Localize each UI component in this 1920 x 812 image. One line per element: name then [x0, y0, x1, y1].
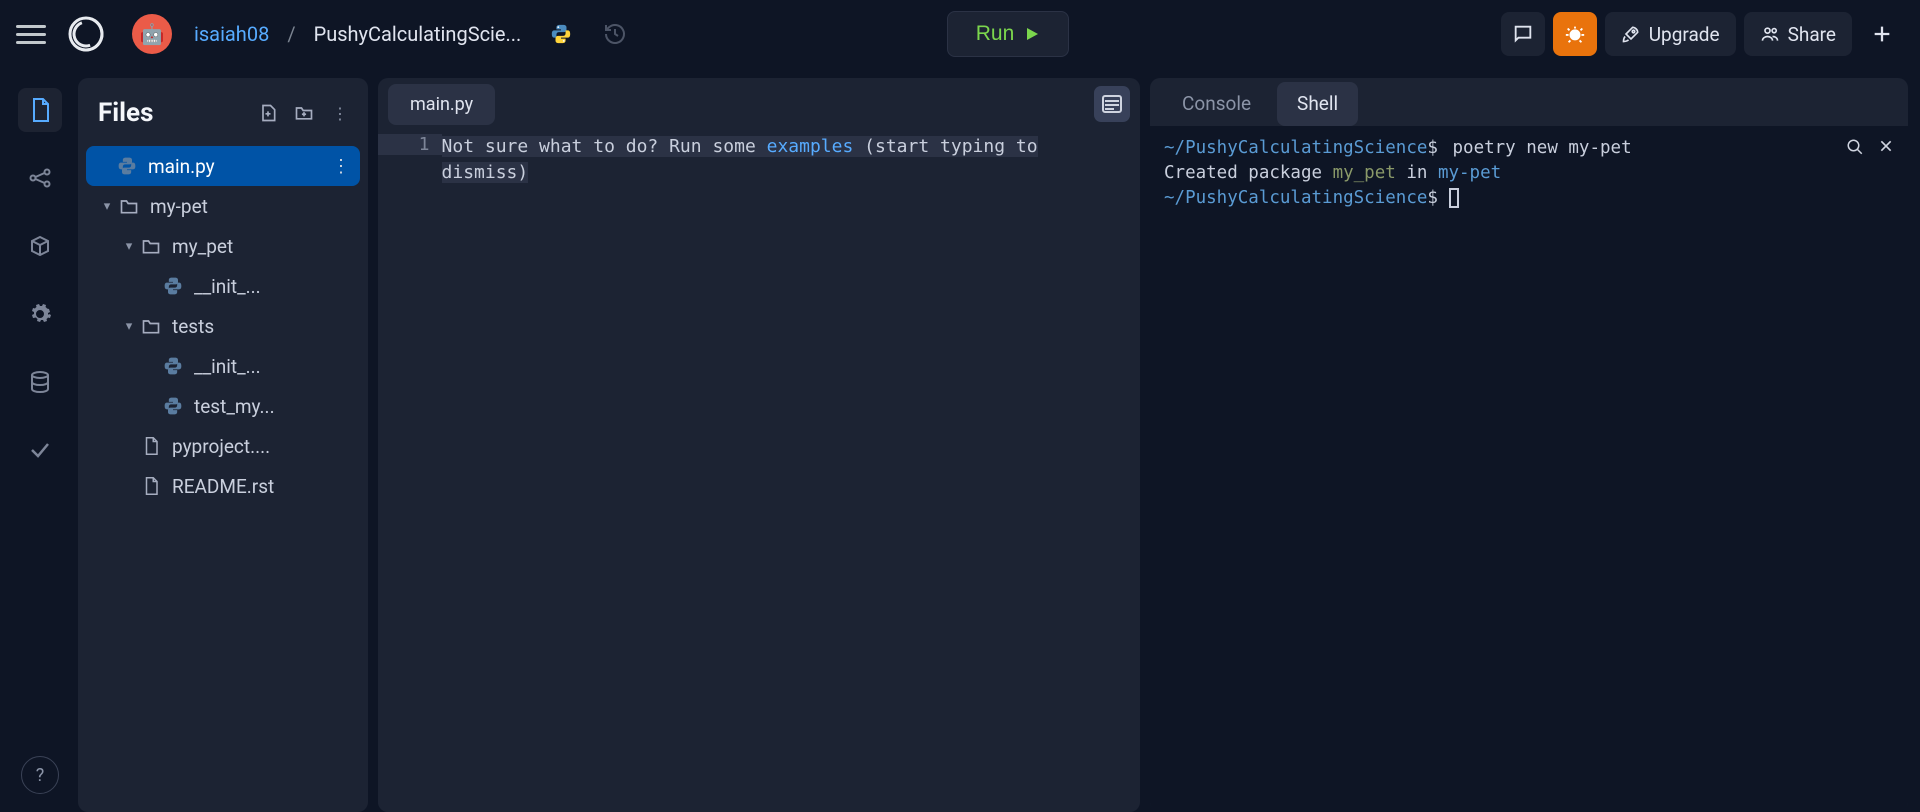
user-avatar[interactable]: 🤖: [132, 14, 172, 54]
upgrade-button[interactable]: Upgrade: [1605, 12, 1736, 56]
file-type-icon: [160, 396, 186, 416]
files-sidebar: Files ⋮ main.py⋮▾my-pet▾my_pet__init_...…: [78, 78, 368, 812]
rail-version-control[interactable]: [18, 156, 62, 200]
user-link[interactable]: isaiah08: [194, 22, 269, 46]
file-more-icon[interactable]: ⋮: [332, 156, 352, 177]
project-name[interactable]: PushyCalculatingScie...: [314, 22, 522, 46]
file-label: my-pet: [150, 195, 360, 218]
editor-body[interactable]: 1 Not sure what to do? Run some examples…: [378, 126, 1140, 812]
file-label: main.py: [148, 155, 332, 178]
rail-files[interactable]: [18, 88, 62, 132]
file-item-pyproject-[interactable]: pyproject....: [78, 426, 368, 466]
breadcrumb-separator: /: [287, 22, 295, 46]
file-tree: main.py⋮ ▾ my-pet ▾ my_pet __init_... ▾ tests __…: [78, 146, 368, 798]
workspace: ? Files ⋮ main.py⋮▾my-pet▾my_pet__init_.…: [0, 68, 1920, 812]
tab-console[interactable]: Console: [1162, 82, 1271, 126]
rail-packages[interactable]: [18, 224, 62, 268]
bug-button[interactable]: [1553, 12, 1597, 56]
sidebar-more-icon[interactable]: ⋮: [326, 99, 354, 127]
run-label: Run: [976, 22, 1015, 46]
chevron-down-icon: ▾: [120, 239, 138, 254]
file-item-my-pet[interactable]: ▾ my-pet: [78, 186, 368, 226]
share-label: Share: [1788, 23, 1836, 46]
help-button[interactable]: ?: [21, 756, 59, 794]
examples-link[interactable]: examples: [767, 136, 854, 157]
tool-rail: ?: [12, 78, 68, 812]
line-number: 1: [378, 134, 442, 155]
file-type-icon: [116, 197, 142, 215]
file-item-tests[interactable]: ▾ tests: [78, 306, 368, 346]
header: 🤖 isaiah08 / PushyCalculatingScie... Run…: [0, 0, 1920, 68]
file-label: __init_...: [194, 275, 360, 298]
add-button[interactable]: [1860, 12, 1904, 56]
shell-output[interactable]: ~/PushyCalculatingScience$ poetry new my…: [1150, 126, 1908, 812]
file-type-icon: [160, 276, 186, 296]
file-type-icon: [138, 436, 164, 456]
file-label: README.rst: [172, 475, 360, 498]
upgrade-label: Upgrade: [1649, 23, 1720, 46]
rail-database[interactable]: [18, 360, 62, 404]
file-label: test_my...: [194, 395, 360, 418]
file-item-README-rst[interactable]: README.rst: [78, 466, 368, 506]
file-label: tests: [172, 315, 360, 338]
chat-button[interactable]: [1501, 12, 1545, 56]
terminal-cursor: [1449, 188, 1459, 208]
file-label: pyproject....: [172, 435, 360, 458]
menu-icon[interactable]: [16, 19, 46, 49]
file-type-icon: [138, 476, 164, 496]
file-item-test_my-[interactable]: test_my...: [78, 386, 368, 426]
chevron-down-icon: ▾: [98, 199, 116, 214]
file-type-icon: [138, 317, 164, 335]
editor-hint: Not sure what to do? Run some examples (…: [442, 126, 1140, 812]
editor-panel: main.py 1 Not sure what to do? Run some …: [378, 78, 1140, 812]
history-icon[interactable]: [595, 14, 635, 54]
people-icon: [1760, 24, 1780, 44]
play-icon: [1024, 26, 1040, 42]
sidebar-title: Files: [98, 98, 246, 128]
file-item-main-py[interactable]: main.py⋮: [86, 146, 360, 186]
new-folder-icon[interactable]: [290, 99, 318, 127]
editor-tab-main[interactable]: main.py: [388, 84, 495, 125]
file-type-icon: [138, 237, 164, 255]
editor-layout-icon[interactable]: [1094, 86, 1130, 122]
file-item-__init_-[interactable]: __init_...: [78, 346, 368, 386]
run-button[interactable]: Run: [947, 11, 1070, 57]
file-type-icon: [114, 156, 140, 176]
chevron-down-icon: ▾: [120, 319, 138, 334]
tab-shell[interactable]: Shell: [1277, 82, 1358, 126]
rail-settings[interactable]: [18, 292, 62, 336]
file-item-my_pet[interactable]: ▾ my_pet: [78, 226, 368, 266]
file-label: my_pet: [172, 235, 360, 258]
replit-logo[interactable]: [64, 12, 108, 56]
share-button[interactable]: Share: [1744, 12, 1852, 56]
console-panel: Console Shell ~/PushyCalculatingScience$…: [1150, 78, 1908, 812]
rocket-icon: [1621, 24, 1641, 44]
file-type-icon: [160, 356, 186, 376]
file-label: __init_...: [194, 355, 360, 378]
close-icon[interactable]: [1878, 138, 1894, 156]
file-item-__init_-[interactable]: __init_...: [78, 266, 368, 306]
search-icon[interactable]: [1846, 138, 1864, 156]
rail-checkmark[interactable]: [18, 428, 62, 472]
new-file-icon[interactable]: [254, 99, 282, 127]
